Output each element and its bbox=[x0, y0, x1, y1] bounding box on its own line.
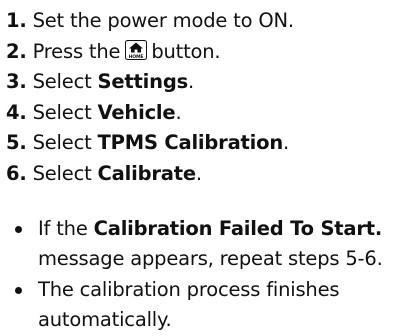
menu-item-calibrate: Calibrate bbox=[97, 161, 197, 185]
step-period: . bbox=[195, 161, 202, 185]
steps-list: 1. Set the power mode to ON. 2. Press th… bbox=[6, 6, 402, 189]
step-number: 2. bbox=[6, 39, 27, 63]
instruction-document: 1. Set the power mode to ON. 2. Press th… bbox=[0, 0, 402, 336]
step-4: 4. Select Vehicle. bbox=[6, 98, 402, 129]
step-text: button. bbox=[151, 39, 221, 63]
step-text: Press the bbox=[32, 39, 121, 63]
note-text: If the bbox=[38, 217, 88, 240]
step-text: Select bbox=[32, 131, 92, 154]
note-calibration-failed: If the Calibration Failed To Start. mess… bbox=[6, 214, 402, 274]
notes-list: If the Calibration Failed To Start. mess… bbox=[6, 214, 402, 335]
bullet-icon bbox=[15, 226, 22, 233]
step-1: 1. Set the power mode to ON. bbox=[6, 6, 402, 37]
step-period: . bbox=[283, 131, 290, 154]
svg-text:HOME: HOME bbox=[129, 53, 144, 59]
menu-item-settings: Settings bbox=[97, 70, 189, 93]
step-5: 5. Select TPMS Calibration. bbox=[6, 128, 402, 159]
step-number: 4. bbox=[6, 100, 27, 124]
home-icon: HOME bbox=[125, 39, 148, 60]
note-text: The calibration process finishes automat… bbox=[38, 278, 340, 331]
step-text: Select bbox=[32, 100, 92, 124]
step-number: 3. bbox=[6, 70, 27, 93]
step-period: . bbox=[175, 100, 182, 124]
step-text: Select bbox=[32, 161, 92, 185]
step-2: 2. Press the HOME button. bbox=[6, 37, 402, 68]
step-text: Set the power mode to ON. bbox=[32, 9, 295, 32]
step-text: Select bbox=[32, 70, 92, 93]
menu-item-tpms-calibration: TPMS Calibration bbox=[97, 131, 284, 154]
note-text: message appears, repeat steps 5-6. bbox=[38, 247, 383, 270]
step-number: 1. bbox=[6, 9, 27, 32]
message-calibration-failed: Calibration Failed To Start. bbox=[93, 217, 383, 240]
step-6: 6. Select Calibrate. bbox=[6, 159, 402, 190]
menu-item-vehicle: Vehicle bbox=[97, 100, 176, 124]
bullet-icon bbox=[15, 287, 22, 294]
step-3: 3. Select Settings. bbox=[6, 67, 402, 98]
note-auto-finish: The calibration process finishes automat… bbox=[6, 275, 402, 335]
step-number: 6. bbox=[6, 161, 27, 185]
step-period: . bbox=[188, 70, 194, 93]
step-number: 5. bbox=[6, 131, 27, 154]
